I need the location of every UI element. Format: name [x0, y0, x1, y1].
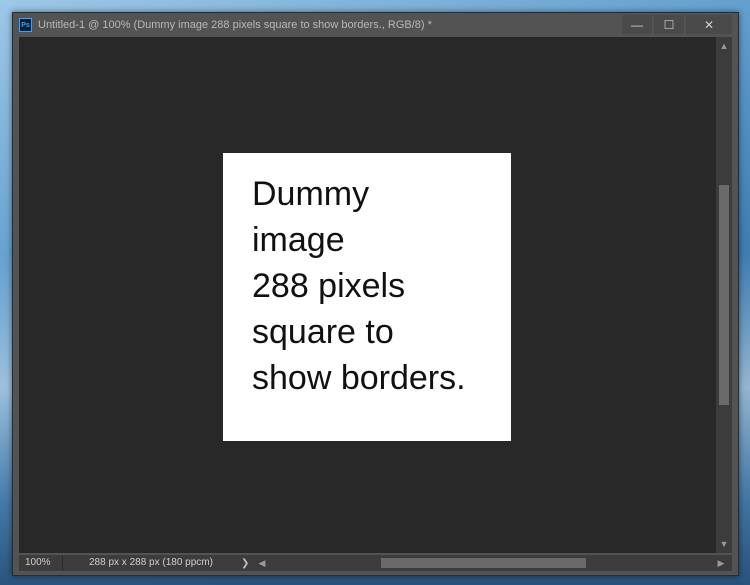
- zoom-level-field[interactable]: 100%: [19, 555, 63, 571]
- status-bar: 100% 288 px x 288 px (180 ppcm) ❯ ◀ ▶: [19, 555, 732, 571]
- horizontal-scroll-thumb[interactable]: [381, 558, 586, 568]
- title-bar[interactable]: Ps Untitled-1 @ 100% (Dummy image 288 pi…: [13, 13, 738, 37]
- window-controls: — ☐ ✕: [620, 15, 732, 34]
- document-window: Ps Untitled-1 @ 100% (Dummy image 288 pi…: [12, 12, 739, 576]
- scroll-right-icon[interactable]: ▶: [714, 555, 728, 571]
- scroll-up-icon[interactable]: ▲: [716, 39, 732, 53]
- scroll-down-icon[interactable]: ▼: [716, 537, 732, 551]
- window-title: Untitled-1 @ 100% (Dummy image 288 pixel…: [38, 19, 432, 31]
- status-menu-chevron-icon[interactable]: ❯: [241, 558, 249, 569]
- vertical-scrollbar[interactable]: ▲ ▼: [716, 37, 732, 553]
- horizontal-scrollbar[interactable]: ◀ ▶: [251, 555, 732, 571]
- canvas-area[interactable]: Dummy image 288 pixels square to show bo…: [19, 37, 716, 553]
- document-info: 288 px x 288 px (180 ppcm): [89, 557, 213, 568]
- document-canvas[interactable]: Dummy image 288 pixels square to show bo…: [223, 153, 511, 441]
- minimize-button[interactable]: —: [622, 15, 652, 34]
- maximize-button[interactable]: ☐: [654, 15, 684, 34]
- vertical-scroll-thumb[interactable]: [719, 185, 729, 405]
- close-button[interactable]: ✕: [686, 15, 732, 34]
- scroll-left-icon[interactable]: ◀: [255, 555, 269, 571]
- photoshop-app-icon: Ps: [19, 18, 32, 32]
- canvas-text-layer: Dummy image 288 pixels square to show bo…: [252, 175, 466, 397]
